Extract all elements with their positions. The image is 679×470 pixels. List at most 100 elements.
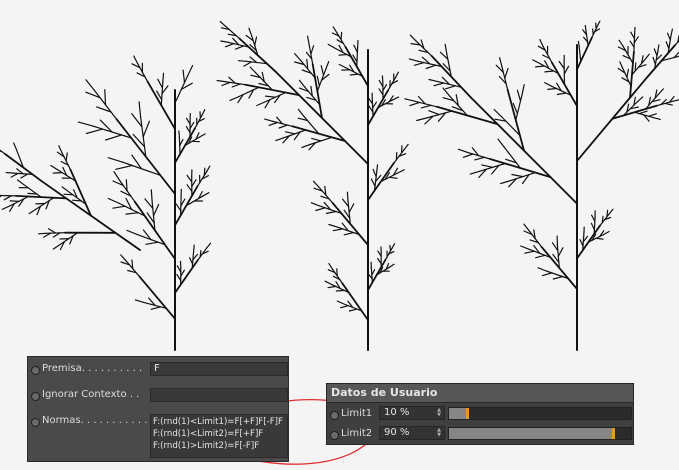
tree-branch-435 — [516, 89, 522, 102]
tree-branch-441 — [499, 57, 503, 68]
tree-branch-352 — [349, 73, 359, 76]
tree-branch-377 — [557, 247, 564, 257]
tree-branch-472 — [408, 58, 419, 62]
tree-branch-102 — [201, 108, 206, 116]
tree-branch-477 — [409, 34, 417, 42]
tree-branch-363 — [327, 43, 335, 49]
tree-branch-47 — [175, 203, 182, 212]
tree-branch-183 — [340, 305, 349, 309]
animation-dot-icon[interactable] — [31, 392, 40, 401]
animation-dot-icon[interactable] — [31, 418, 40, 427]
tree-branch-39 — [107, 197, 120, 204]
premisa-row: Premisa. . . . . . . . . . F — [28, 362, 288, 378]
tree-branch-551 — [534, 65, 546, 68]
tree-branch-467 — [444, 43, 448, 55]
tree-branch-413 — [511, 173, 524, 178]
tree-branch-503 — [626, 68, 630, 79]
tree-branch-392 — [579, 239, 584, 247]
tree-branch-184 — [336, 300, 345, 305]
tree-branch-515 — [618, 39, 624, 48]
animation-dot-icon[interactable] — [330, 410, 339, 420]
tree-branch-489 — [652, 116, 661, 121]
tree-branch-55 — [186, 184, 193, 192]
tree-branch-564 — [584, 24, 587, 32]
tree-branch-368 — [332, 26, 338, 34]
tree-branch-213 — [391, 243, 396, 249]
tree-branch-321 — [235, 45, 245, 50]
spinner-arrows-icon[interactable]: ▲ ▼ — [437, 428, 441, 438]
limit1-slider-handle[interactable] — [466, 407, 470, 419]
normas-textarea[interactable]: F:(rnd(1)<Limit1)=F[+F]F[-F]F F:(rnd(1)<… — [150, 414, 288, 458]
tree-branch-569 — [596, 20, 601, 27]
tree-branch-427 — [462, 153, 474, 158]
tree-branch-408 — [608, 208, 614, 215]
tree-branch-361 — [338, 53, 348, 56]
tree-branch-497 — [664, 102, 673, 106]
tree-branch-460 — [445, 85, 456, 90]
tree-branch-301 — [237, 86, 260, 98]
ignorar-contexto-row: Ignorar Contexto . . — [28, 388, 288, 404]
tree-branch-239 — [372, 168, 377, 178]
tree-branch-226 — [325, 210, 337, 214]
tree-branch-372 — [552, 276, 564, 280]
premisa-field[interactable]: F — [150, 362, 288, 376]
tree-branch-484 — [636, 96, 644, 103]
tree-branch-457 — [404, 98, 415, 102]
tree-branch-204 — [388, 263, 395, 268]
limit2-slider-fill — [449, 427, 613, 439]
tree-branch-172 — [13, 142, 18, 151]
limit2-slider[interactable] — [448, 426, 632, 440]
limit2-input[interactable]: 90 % ▲ ▼ — [379, 426, 445, 440]
tree-branch-428 — [458, 148, 468, 153]
tree-branch-494 — [657, 88, 665, 96]
limit2-slider-handle[interactable] — [611, 427, 615, 439]
tree-branch-471 — [413, 61, 425, 66]
tree-branch-163 — [0, 194, 3, 198]
tree-branch-532 — [666, 32, 671, 41]
tree-branch-124 — [52, 243, 61, 250]
tree-branch-324 — [220, 40, 230, 44]
tree-branch-309 — [216, 79, 226, 83]
tree-branch-383 — [524, 250, 535, 254]
tree-branch-117 — [187, 64, 194, 77]
tree-branch-517 — [629, 40, 635, 48]
tree-branch-240 — [376, 164, 379, 173]
tree-branch-56 — [191, 179, 197, 188]
tree-branch-264 — [275, 137, 285, 142]
lsystem-attributes-panel: Premisa. . . . . . . . . . F Ignorar Con… — [27, 356, 289, 462]
tree-branch-92 — [198, 133, 206, 138]
tree-branch-389 — [523, 223, 530, 231]
rule-line-2: F:(rnd(1)<Limit2)=F[+F]F — [153, 429, 264, 439]
tree-branch-194 — [328, 263, 334, 270]
tree-branch-152 — [23, 184, 42, 198]
tree-branch-29 — [126, 229, 138, 236]
limit2-row: Limit2 90 % ▲ ▼ — [327, 425, 633, 441]
tree-branch-34 — [150, 189, 153, 202]
limit1-slider[interactable] — [448, 406, 632, 420]
ignorar-contexto-field[interactable] — [150, 388, 288, 402]
tree-branch-140 — [50, 164, 59, 171]
animation-dot-icon[interactable] — [330, 430, 339, 440]
tree-branch-10 — [120, 254, 127, 262]
tree-branch-256 — [301, 143, 311, 148]
tree-branch-151 — [28, 208, 37, 215]
tree-branch-186 — [335, 289, 345, 292]
tree-branch-439 — [504, 67, 509, 79]
tree-branch-355 — [338, 63, 347, 69]
tree-branch-27 — [145, 241, 159, 245]
rule-line-3: F:(rnd(1)>Limit2)=F[-F]F — [153, 441, 260, 451]
tree-branch-328 — [219, 20, 227, 27]
tree-branch-222 — [348, 203, 355, 213]
tree-branch-127 — [47, 228, 57, 234]
tree-branch-526 — [657, 44, 660, 53]
tree-branch-397 — [595, 237, 604, 240]
tree-branch-456 — [409, 101, 421, 107]
tree-branch-44 — [113, 171, 121, 181]
animation-dot-icon[interactable] — [31, 366, 40, 375]
spinner-arrows-icon[interactable]: ▲ ▼ — [437, 408, 441, 418]
tree-branch-450 — [428, 110, 440, 116]
limit1-input[interactable]: 10 % ▲ ▼ — [379, 406, 445, 420]
tree-branch-134 — [63, 193, 74, 196]
tree-branch-289 — [307, 35, 310, 45]
tree-branch-170 — [5, 171, 14, 174]
